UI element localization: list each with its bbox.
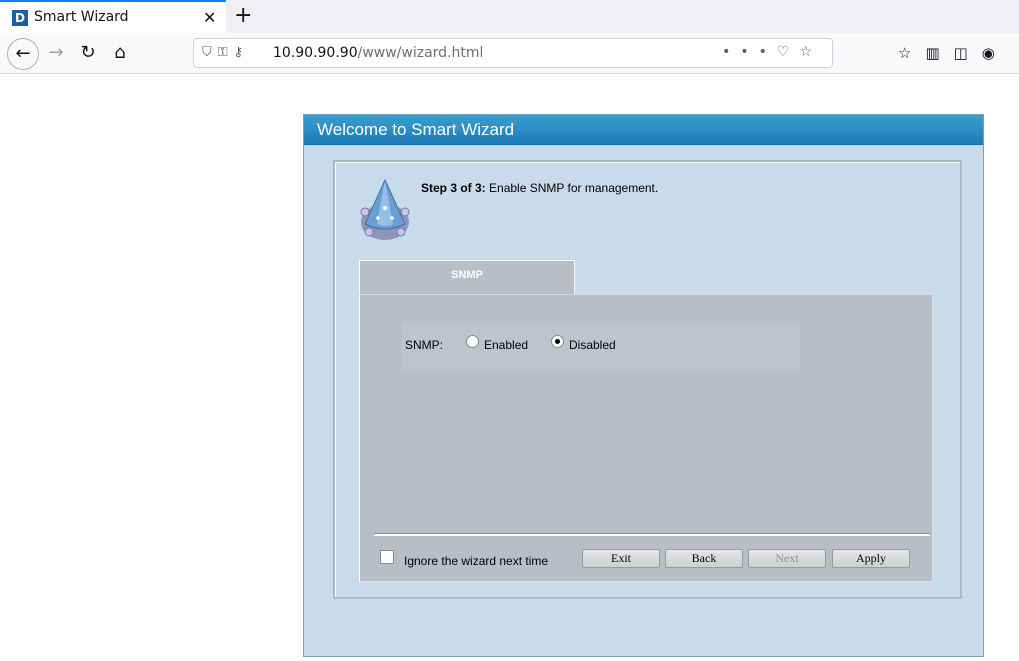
exit-button[interactable]: Exit <box>582 549 660 568</box>
nav-bar: ← → ↻ ⌂ ⛉⚿⚷ 10.90.90.90/www/wizard.html … <box>0 33 1019 74</box>
url-text[interactable]: 10.90.90.90/www/wizard.html <box>273 45 483 61</box>
wizard-hat-icon <box>360 178 410 240</box>
wizard-header: Welcome to Smart Wizard <box>304 115 983 145</box>
snmp-panel: SNMP: Enabled Disabled Ignore the wizard… <box>359 295 934 583</box>
footer-divider <box>374 533 930 536</box>
wizard-title: Welcome to Smart Wizard <box>317 120 515 139</box>
security-icons[interactable]: ⛉⚿⚷ <box>202 45 249 60</box>
toolbar-icons[interactable]: ☆▥◫◉ <box>898 44 1009 62</box>
step-text: Step 3 of 3: Enable SNMP for management. <box>421 181 658 195</box>
back-arrow-icon[interactable]: ← <box>7 38 39 70</box>
page-content: Welcome to Smart Wizard Step 3 of 3: Ena… <box>0 74 1019 661</box>
back-button[interactable]: Back <box>665 549 743 568</box>
tab-title: Smart Wizard <box>34 9 129 25</box>
snmp-disabled-label[interactable]: Disabled <box>569 338 616 352</box>
step-label: Step 3 of 3: <box>421 181 486 195</box>
url-host: 10.90.90.90 <box>273 45 358 61</box>
reload-icon[interactable]: ↻ <box>72 37 104 69</box>
ignore-wizard-checkbox[interactable] <box>380 550 394 564</box>
browser-tab[interactable]: D Smart Wizard ✕ <box>0 0 226 33</box>
next-button[interactable]: Next <box>748 549 826 568</box>
snmp-label: SNMP: <box>405 338 444 352</box>
wizard-window: Welcome to Smart Wizard Step 3 of 3: Ena… <box>303 114 984 657</box>
snmp-disabled-radio[interactable] <box>551 335 564 348</box>
wizard-body: Step 3 of 3: Enable SNMP for management.… <box>333 160 962 599</box>
tab-bar: D Smart Wizard ✕ + <box>0 0 1019 33</box>
home-icon[interactable]: ⌂ <box>104 37 136 69</box>
ignore-wizard-label[interactable]: Ignore the wizard next time <box>404 554 548 568</box>
step-description: Enable SNMP for management. <box>485 181 659 195</box>
apply-button[interactable]: Apply <box>832 549 910 568</box>
new-tab-icon[interactable]: + <box>234 3 252 28</box>
page-actions-icons[interactable]: •••♡☆ <box>722 44 822 60</box>
snmp-enabled-radio[interactable] <box>466 335 479 348</box>
forward-arrow-icon[interactable]: → <box>40 37 72 69</box>
dlink-favicon-icon: D <box>12 10 28 26</box>
url-bar[interactable]: ⛉⚿⚷ 10.90.90.90/www/wizard.html •••♡☆ <box>193 38 833 68</box>
snmp-enabled-label[interactable]: Enabled <box>484 338 528 352</box>
close-tab-icon[interactable]: ✕ <box>203 8 216 27</box>
tab-snmp-label: SNMP <box>451 269 483 281</box>
snmp-setting-row: SNMP: Enabled Disabled <box>402 323 800 371</box>
tab-snmp[interactable]: SNMP <box>359 260 575 294</box>
url-path: /www/wizard.html <box>357 45 484 61</box>
